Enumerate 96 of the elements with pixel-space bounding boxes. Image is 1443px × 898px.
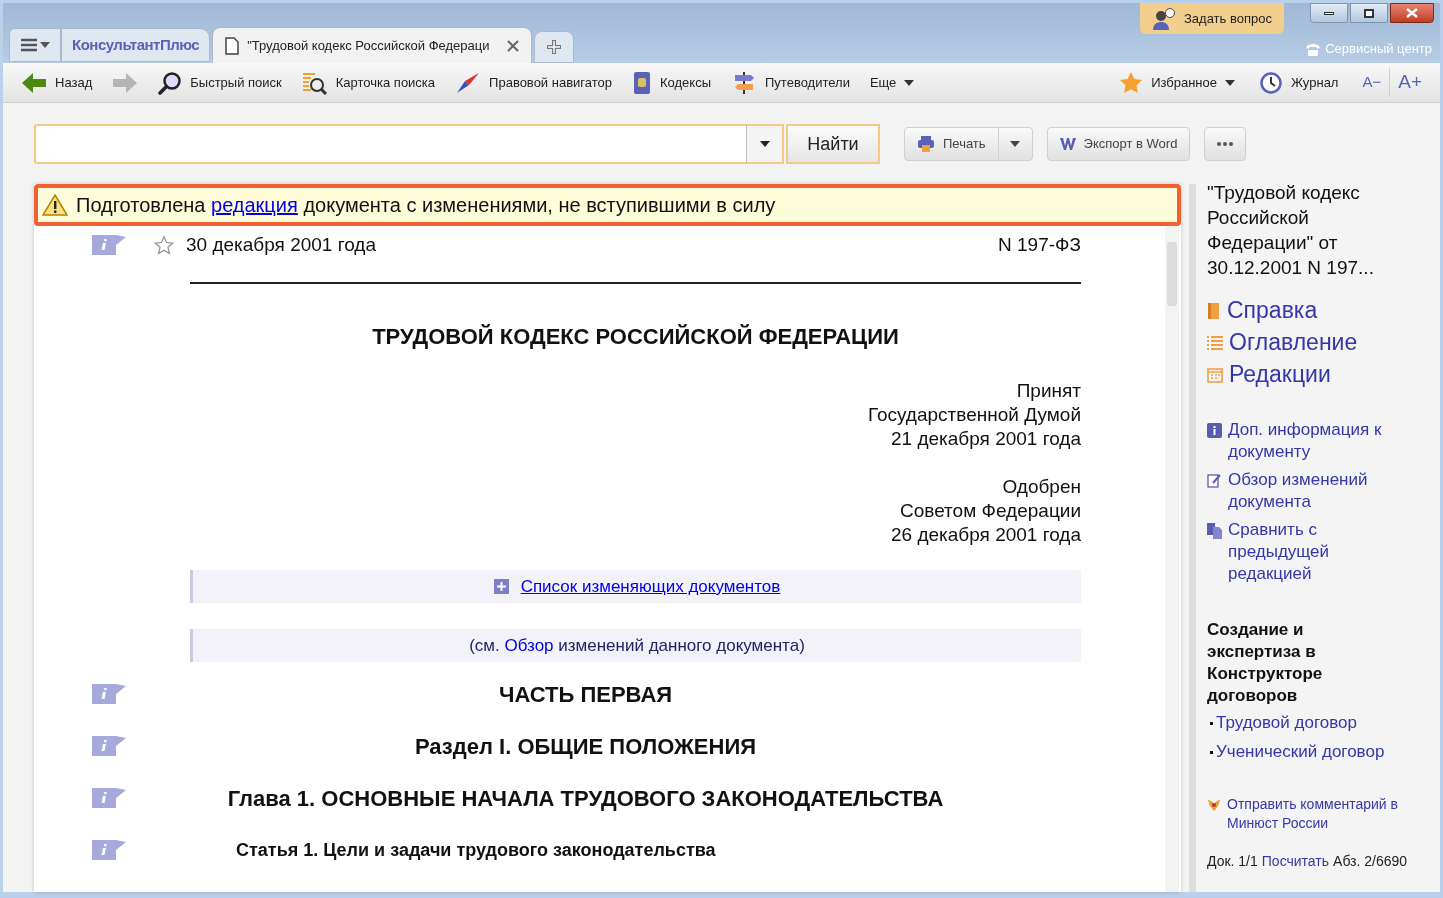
phone-icon — [1305, 41, 1322, 56]
sidebar-link[interactable]: Редакции — [1207, 360, 1430, 389]
count-link[interactable]: Посчитать — [1261, 851, 1330, 872]
info-flag-icon[interactable] — [92, 840, 126, 860]
edition-link[interactable]: редакция — [211, 194, 298, 216]
guides-button[interactable]: Путеводители — [731, 70, 850, 95]
caret-icon — [904, 79, 915, 86]
logo-tab[interactable]: КонсультантПлюс — [61, 28, 211, 62]
emblem-icon — [1207, 798, 1221, 812]
minimize-button[interactable] — [1310, 3, 1348, 23]
back-arrow-icon — [21, 70, 47, 95]
sidebar-link[interactable]: Доп. информация к документу — [1207, 419, 1407, 463]
review-note: (см. Обзор изменений данного документа) — [469, 634, 805, 657]
favorites-button[interactable]: Избранное — [1119, 70, 1235, 95]
info-flag-icon[interactable] — [92, 684, 126, 704]
caret-icon — [759, 141, 770, 147]
sidebar-link[interactable]: Обзор изменений документа — [1207, 469, 1407, 513]
sidebar-link[interactable]: Оглавление — [1207, 328, 1430, 357]
edit-document-icon — [1207, 473, 1222, 488]
document-number: N 197-ФЗ — [998, 232, 1081, 257]
bullet-icon — [1210, 721, 1213, 725]
close-icon[interactable] — [507, 39, 520, 52]
ask-question-button[interactable]: Задать вопрос — [1140, 3, 1284, 34]
documents-icon — [1207, 523, 1222, 539]
search-card-icon — [301, 70, 328, 95]
section-heading: Раздел I. ОБЩИЕ ПОЛОЖЕНИЯ — [413, 732, 758, 761]
menu-button[interactable] — [9, 28, 61, 62]
part-heading: ЧАСТЬ ПЕРВАЯ — [497, 680, 674, 709]
sidebar-link[interactable]: Сравнить с предыдущей редакцией — [1207, 519, 1407, 585]
more-options-button[interactable] — [1204, 127, 1247, 161]
search-card-button[interactable]: Карточка поиска — [301, 70, 436, 95]
document-tab[interactable]: "Трудовой кодекс Российской Федераци — [212, 27, 533, 63]
quick-search-button[interactable]: Быстрый поиск — [158, 70, 282, 95]
close-button[interactable] — [1390, 3, 1434, 23]
maximize-button[interactable] — [1350, 3, 1388, 23]
word-icon — [1059, 137, 1076, 151]
list-icon — [1207, 334, 1223, 351]
tab-title: "Трудовой кодекс Российской Федераци — [247, 36, 490, 55]
history-button[interactable]: Журнал — [1259, 70, 1339, 95]
approval-line: 26 декабря 2001 года — [890, 523, 1081, 547]
review-link[interactable]: Обзор — [504, 635, 554, 655]
article-heading: Статья 1. Цели и задачи трудового законодательства — [236, 838, 716, 862]
more-icon — [1217, 142, 1234, 146]
bullet-icon — [1210, 750, 1213, 754]
star-icon — [1119, 70, 1144, 95]
codes-button[interactable]: Кодексы — [632, 70, 711, 95]
menu-icon — [20, 38, 37, 52]
caret-icon — [1225, 79, 1235, 86]
search-icon — [158, 70, 183, 95]
adoption-line: 21 декабря 2001 года — [890, 427, 1081, 451]
info-flag-icon[interactable] — [92, 736, 126, 756]
plus-icon — [546, 39, 563, 55]
sidebar-link[interactable]: Справка — [1207, 296, 1430, 325]
back-button[interactable]: Назад — [21, 70, 93, 95]
close-icon — [1406, 8, 1418, 18]
approval-line: Советом Федерации — [900, 499, 1081, 523]
support-person-icon — [1152, 7, 1176, 30]
search-field[interactable] — [34, 124, 784, 164]
adoption-line: Государственной Думой — [867, 403, 1081, 427]
approval-line: Одобрен — [1002, 475, 1081, 499]
new-tab-button[interactable] — [534, 31, 575, 63]
changing-documents-link[interactable]: Список изменяющих документов — [520, 573, 781, 600]
book-icon — [1207, 301, 1221, 320]
paragraph-counter: Абз. 2/6690 — [1333, 852, 1408, 871]
more-button[interactable]: Еще — [869, 72, 915, 93]
font-smaller-button[interactable]: A− — [1362, 71, 1382, 94]
info-flag-icon[interactable] — [92, 235, 126, 255]
navigator-button[interactable]: Правовой навигатор — [455, 70, 612, 95]
bookmark-star-icon[interactable] — [154, 235, 174, 255]
constructor-title: Создание и экспертиза в Конструкторе договоров — [1207, 619, 1324, 707]
expand-icon[interactable] — [493, 579, 509, 594]
document-date: 30 декабря 2001 года — [186, 232, 377, 257]
calendar-icon — [1207, 366, 1223, 383]
font-larger-button[interactable]: A+ — [1389, 68, 1422, 97]
book-icon — [632, 70, 652, 95]
find-button[interactable]: Найти — [786, 124, 880, 164]
info-flag-icon[interactable] — [92, 788, 126, 808]
adoption-line: Принят — [1016, 379, 1081, 403]
caret-icon — [1010, 141, 1021, 147]
navigator-icon — [455, 70, 482, 95]
document-title: ТРУДОВОЙ КОДЕКС РОССИЙСКОЙ ФЕДЕРАЦИИ — [371, 323, 900, 351]
document-counter: Док. 1/1 — [1207, 852, 1258, 871]
caret-icon — [39, 42, 50, 48]
document-icon — [225, 36, 240, 55]
comment-link[interactable]: Отправить комментарий в Минюст России — [1227, 795, 1427, 833]
contract-link[interactable]: Трудовой договор — [1216, 712, 1357, 734]
printer-icon — [917, 135, 935, 153]
clock-icon — [1259, 70, 1283, 95]
info-icon — [1207, 423, 1222, 438]
contract-link[interactable]: Ученический договор — [1216, 741, 1385, 763]
notice-text: Подготовлена редакция документа с изменениями, не вступившими в силу — [76, 193, 776, 218]
sidebar-document-title: "Трудовой кодекс Российской Федерации" от 30.12.2001 N 197... — [1207, 181, 1375, 280]
export-word-button[interactable]: Экспорт в Word — [1046, 127, 1191, 161]
search-dropdown-button[interactable] — [746, 126, 782, 162]
chapter-heading: Глава 1. ОСНОВНЫЕ НАЧАЛА ТРУДОВОГО ЗАКОНОДАТЕЛЬСТВА — [226, 784, 945, 813]
warning-icon — [42, 194, 68, 216]
